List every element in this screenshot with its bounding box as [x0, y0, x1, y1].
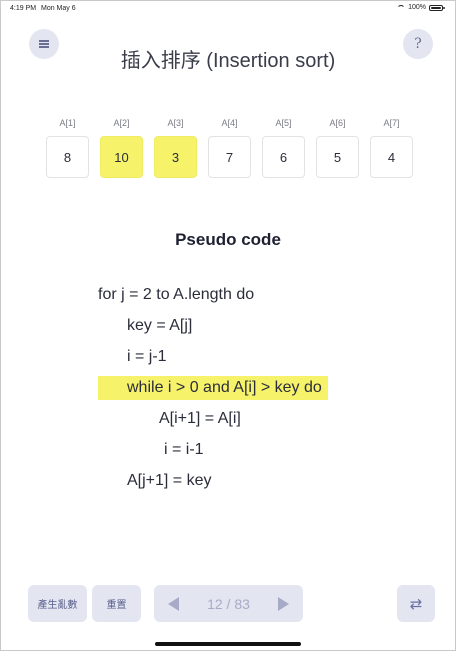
array-index-label: A[7] [383, 118, 400, 128]
array-view: A[1] 8 A[2] 10 A[3] 3 A[4] 7 A[5] 6 A[6] 5 A[7] 4 [45, 116, 414, 178]
array-index-label: A[4] [221, 118, 238, 128]
page-title: 插入排序 (Insertion sort) [120, 50, 336, 72]
code-line: A[j+1] = key [127, 472, 212, 489]
array-cell: A[7] 4 [369, 116, 414, 178]
array-cell: A[5] 6 [261, 116, 306, 178]
status-right: 100% [397, 4, 445, 11]
triangle-right-icon[interactable] [277, 596, 289, 611]
array-index-label: A[5] [275, 118, 292, 128]
code-line: while i > 0 and A[i] > key do [98, 376, 328, 400]
array-cell: A[6] 5 [315, 116, 360, 178]
array-value-box: 3 [154, 136, 197, 178]
status-time: 4:19 PM [10, 5, 37, 12]
array-value-box: 8 [46, 136, 89, 178]
array-value-box: 7 [208, 136, 251, 178]
reset-button[interactable]: 重置 [92, 585, 141, 622]
array-value-box: 5 [316, 136, 359, 178]
array-cell: A[1] 8 [45, 116, 90, 178]
array-value-box: 6 [262, 136, 305, 178]
battery-icon [429, 4, 445, 11]
array-cell: A[3] 3 [153, 116, 198, 178]
home-indicator [155, 642, 301, 646]
code-line: for j = 2 to A.length do [98, 286, 255, 303]
swap-button[interactable]: ⇄ [397, 585, 435, 622]
array-cell: A[2] 10 [99, 116, 144, 178]
triangle-left-icon[interactable] [168, 596, 179, 611]
wifi-icon [397, 4, 406, 11]
status-bar: 4:19 PM Mon May 6 100% [1, 1, 455, 15]
code-line: i = j-1 [127, 348, 167, 365]
array-index-label: A[1] [59, 118, 76, 128]
code-line: A[i+1] = A[i] [159, 410, 241, 427]
code-line: i = i-1 [164, 441, 204, 458]
status-date: Mon May 6 [41, 5, 76, 12]
array-cell: A[4] 7 [207, 116, 252, 178]
help-icon: ? [414, 36, 422, 52]
battery-fill [431, 6, 441, 9]
app-window: 4:19 PM Mon May 6 100% 插入排序 (Insertion s… [0, 0, 456, 651]
array-index-label: A[2] [113, 118, 130, 128]
swap-arrows-icon: ⇄ [409, 595, 423, 613]
step-pager: 12 / 83 [154, 585, 303, 622]
array-index-label: A[3] [167, 118, 184, 128]
array-value-box: 10 [100, 136, 143, 178]
generate-random-button[interactable]: 產生亂數 [28, 585, 87, 622]
array-value-box: 4 [370, 136, 413, 178]
pseudo-code-heading: Pseudo code [175, 230, 281, 249]
help-button[interactable]: ? [403, 29, 433, 59]
step-counter: 12 / 83 [207, 595, 250, 612]
battery-percent: 100% [408, 4, 426, 11]
array-index-label: A[6] [329, 118, 346, 128]
code-line: key = A[j] [127, 317, 193, 334]
